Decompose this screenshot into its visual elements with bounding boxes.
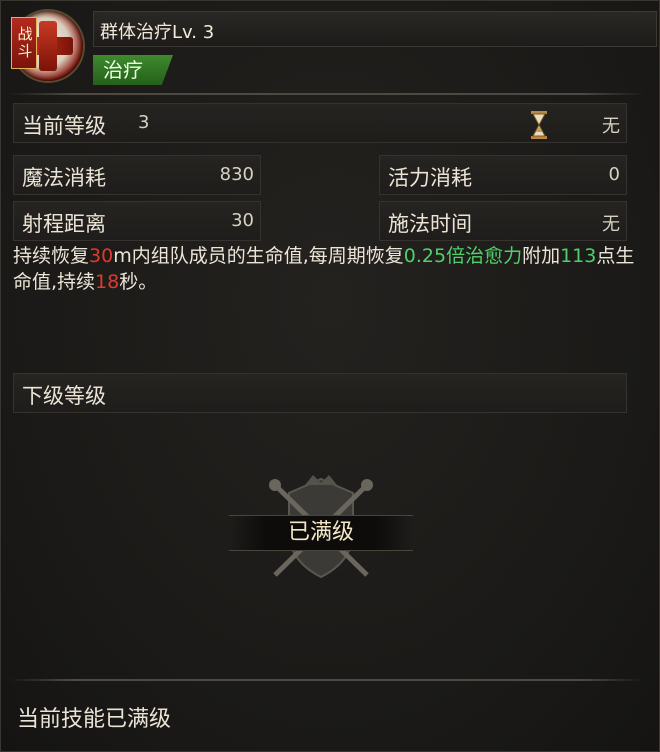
- battle-tag: 战斗: [11, 17, 37, 69]
- range-label: 射程距离: [22, 212, 106, 236]
- desc-heal-ratio: 0.25倍治愈力: [403, 245, 523, 267]
- desc-part: 持续恢复: [13, 245, 90, 267]
- vitality-cost-label: 活力消耗: [388, 166, 472, 190]
- skill-description: 持续恢复30m内组队成员的生命值,每周期恢复0.25倍治愈力附加113点生命值,…: [13, 243, 643, 295]
- desc-part: 秒。: [119, 271, 158, 293]
- divider: [9, 93, 645, 95]
- max-level-banner: 已满级: [229, 515, 413, 551]
- next-level-label: 下级等级: [22, 384, 106, 408]
- desc-duration: 18: [95, 271, 120, 293]
- footer-status: 当前技能已满级: [17, 707, 172, 732]
- range-value: 30: [231, 210, 254, 231]
- next-level-row: 下级等级: [13, 373, 627, 413]
- desc-part: 附加: [522, 245, 561, 267]
- desc-bonus: 113: [560, 245, 597, 267]
- mana-cost-label: 魔法消耗: [22, 166, 106, 190]
- hourglass-value: 无: [602, 116, 620, 137]
- cast-time-label: 施法时间: [388, 212, 472, 236]
- skill-title-bar: 群体治疗Lv. 3: [93, 11, 657, 47]
- vitality-cost-value: 0: [608, 164, 620, 185]
- divider: [9, 679, 645, 681]
- current-level-row: 当前等级 3 无: [13, 103, 627, 143]
- cast-time-value: 无: [602, 214, 620, 235]
- hourglass-icon: [531, 111, 547, 139]
- skill-tooltip-panel: 战斗 群体治疗Lv. 3 治疗 当前等级 3 无 魔法消耗 830 活力消耗 0…: [0, 0, 660, 752]
- cross-icon-vertical: [39, 21, 57, 71]
- desc-range: 30: [89, 245, 114, 267]
- vitality-cost-row: 活力消耗 0: [379, 155, 627, 195]
- mana-cost-value: 830: [219, 164, 254, 185]
- current-level-label: 当前等级: [22, 114, 106, 138]
- mana-cost-row: 魔法消耗 830: [13, 155, 261, 195]
- range-row: 射程距离 30: [13, 201, 261, 241]
- skill-type-tag: 治疗: [93, 55, 173, 85]
- skill-title: 群体治疗Lv. 3: [100, 22, 215, 43]
- desc-part: m内组队成员的生命值,每周期恢复: [113, 245, 404, 267]
- current-level-value: 3: [138, 112, 150, 133]
- cast-time-row: 施法时间 无: [379, 201, 627, 241]
